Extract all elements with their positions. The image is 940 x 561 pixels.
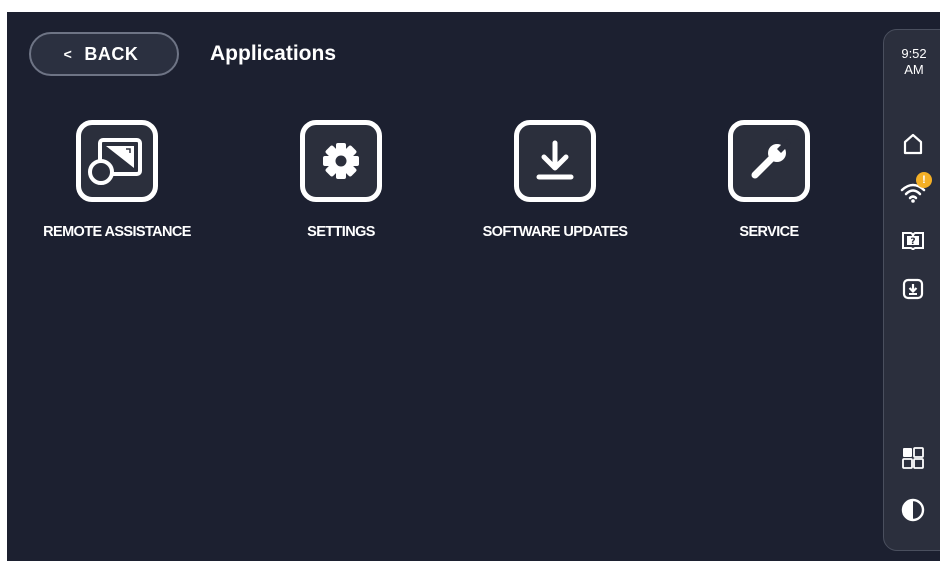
svg-text:?: ? xyxy=(910,237,915,247)
page-title: Applications xyxy=(210,42,337,65)
contrast-icon[interactable] xyxy=(899,496,927,524)
remote-assistance-icon xyxy=(76,120,158,202)
help-book-icon[interactable]: ? xyxy=(899,227,927,255)
download-icon xyxy=(514,120,596,202)
app-remote-assistance[interactable]: REMOTE ASSISTANCE xyxy=(22,120,212,260)
wrench-icon xyxy=(728,120,810,202)
app-label: REMOTE ASSISTANCE xyxy=(43,224,191,240)
wifi-warning-badge: ! xyxy=(916,172,932,188)
clock: 9:52 AM xyxy=(884,46,940,78)
grid-icon[interactable] xyxy=(899,444,927,472)
back-button[interactable]: < BACK xyxy=(29,32,179,76)
chevron-left-icon: < xyxy=(63,46,73,62)
applications-screen: < BACK Applications REMOTE ASSISTANCE SE… xyxy=(7,12,940,561)
back-button-label: BACK xyxy=(84,43,139,64)
clock-meridiem: AM xyxy=(904,62,924,77)
clock-time: 9:52 xyxy=(901,46,927,61)
gear-icon xyxy=(300,120,382,202)
app-label: SERVICE xyxy=(739,224,799,240)
side-rail: 9:52 AM ! ? xyxy=(883,29,940,551)
home-icon[interactable] xyxy=(899,130,927,158)
wifi-icon[interactable]: ! xyxy=(899,172,932,206)
app-settings[interactable]: SETTINGS xyxy=(246,120,436,260)
app-label: SOFTWARE UPDATES xyxy=(482,224,628,240)
app-label: SETTINGS xyxy=(307,224,375,240)
download-icon[interactable] xyxy=(899,275,927,303)
app-software-updates[interactable]: SOFTWARE UPDATES xyxy=(460,120,650,260)
app-service[interactable]: SERVICE xyxy=(674,120,864,260)
